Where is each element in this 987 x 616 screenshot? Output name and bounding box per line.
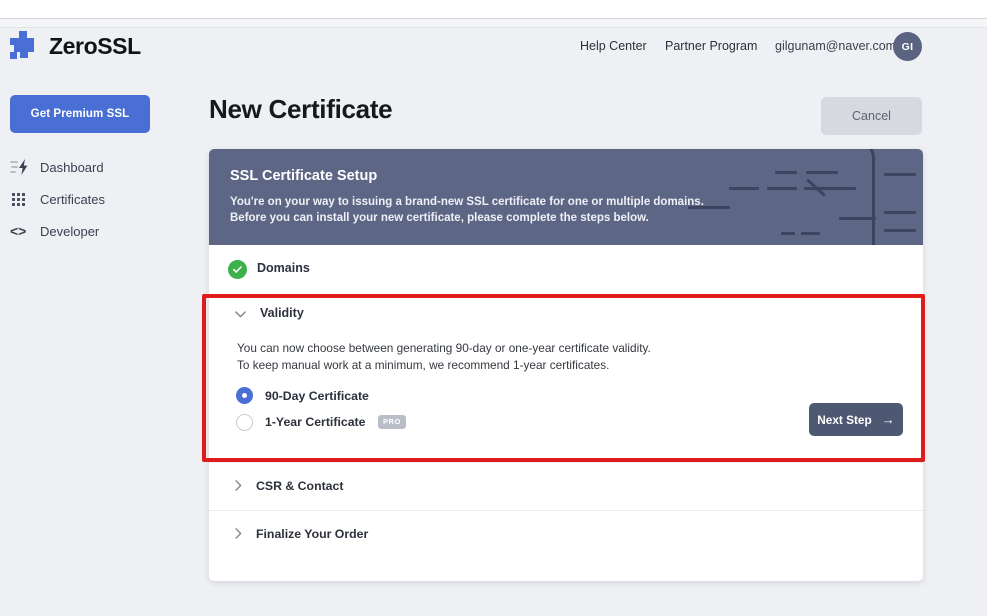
step-row-validity[interactable]: Validity You can now choose between gene… (209, 295, 923, 462)
validity-description: You can now choose between generating 90… (237, 340, 651, 373)
sidebar-item-dashboard[interactable]: Dashboard (10, 155, 160, 179)
sidebar-item-certificates[interactable]: Certificates (10, 187, 160, 211)
cancel-button[interactable]: Cancel (821, 97, 922, 135)
step-label-csr-contact: CSR & Contact (256, 479, 344, 493)
pro-badge: PRO (377, 415, 406, 429)
step-row-finalize-order[interactable]: Finalize Your Order (209, 511, 923, 558)
code-brackets-glyph: <> (10, 223, 27, 239)
certificate-setup-card: SSL Certificate Setup You're on your way… (209, 149, 923, 581)
chevron-right-icon[interactable] (235, 528, 242, 542)
banner-title: SSL Certificate Setup (230, 168, 378, 184)
sidebar-item-developer[interactable]: <> Developer (10, 219, 160, 243)
next-step-label: Next Step (817, 412, 872, 427)
chevron-right-icon[interactable] (235, 480, 242, 494)
banner-description-line1: You're on your way to issuing a brand-ne… (230, 196, 704, 208)
setup-banner: SSL Certificate Setup You're on your way… (209, 149, 923, 245)
grid-dots-icon (10, 190, 28, 208)
arrow-right-icon: → (881, 412, 895, 427)
code-brackets-icon: <> (10, 222, 28, 240)
radio-option-90-day[interactable]: 90-Day Certificate (236, 387, 369, 404)
next-step-button[interactable]: Next Step → (809, 403, 903, 436)
sidebar-item-label: Developer (40, 223, 100, 239)
brand-logo[interactable]: ZeroSSL (10, 31, 141, 61)
browser-toolbar-strip (0, 19, 987, 27)
nav-link-help-center[interactable]: Help Center (580, 39, 647, 53)
page-title: New Certificate (209, 94, 393, 124)
chevron-down-icon[interactable] (235, 307, 246, 321)
radio-mark-unselected[interactable] (236, 413, 253, 431)
step-label-finalize-order: Finalize Your Order (256, 527, 369, 541)
radio-label-90-day: 90-Day Certificate (265, 388, 369, 403)
radio-mark-selected[interactable] (236, 387, 253, 404)
page-canvas: ZeroSSL Help Center Partner Program gilg… (0, 28, 987, 616)
lightning-bolt-icon (10, 158, 28, 176)
sidebar-item-label: Dashboard (40, 159, 104, 175)
puzzle-piece-icon (10, 31, 40, 61)
step-label-validity: Validity (260, 306, 304, 320)
nav-link-partner-program[interactable]: Partner Program (665, 39, 757, 53)
validity-description-line2: To keep manual work at a minimum, we rec… (237, 357, 610, 372)
radio-label-1-year: 1-Year Certificate (265, 415, 366, 429)
brand-name: ZeroSSL (49, 32, 141, 59)
avatar[interactable]: GI (893, 32, 922, 61)
radio-option-1-year[interactable]: 1-Year Certificate PRO (236, 413, 406, 431)
check-circle-icon (228, 260, 247, 279)
sidebar-item-label: Certificates (40, 191, 106, 207)
banner-description-line2: Before you can install your new certific… (230, 212, 649, 224)
browser-chrome-strip (0, 0, 987, 19)
get-premium-ssl-button[interactable]: Get Premium SSL (10, 95, 150, 133)
step-label-domains: Domains (257, 261, 310, 275)
top-navigation-bar: ZeroSSL Help Center Partner Program gilg… (0, 28, 987, 78)
validity-description-line1: You can now choose between generating 90… (237, 341, 651, 355)
account-email-link[interactable]: gilgunam@naver.com (775, 39, 896, 53)
step-row-csr-contact[interactable]: CSR & Contact (209, 463, 923, 510)
banner-description: You're on your way to issuing a brand-ne… (230, 194, 704, 226)
step-row-domains[interactable]: Domains (209, 245, 923, 294)
